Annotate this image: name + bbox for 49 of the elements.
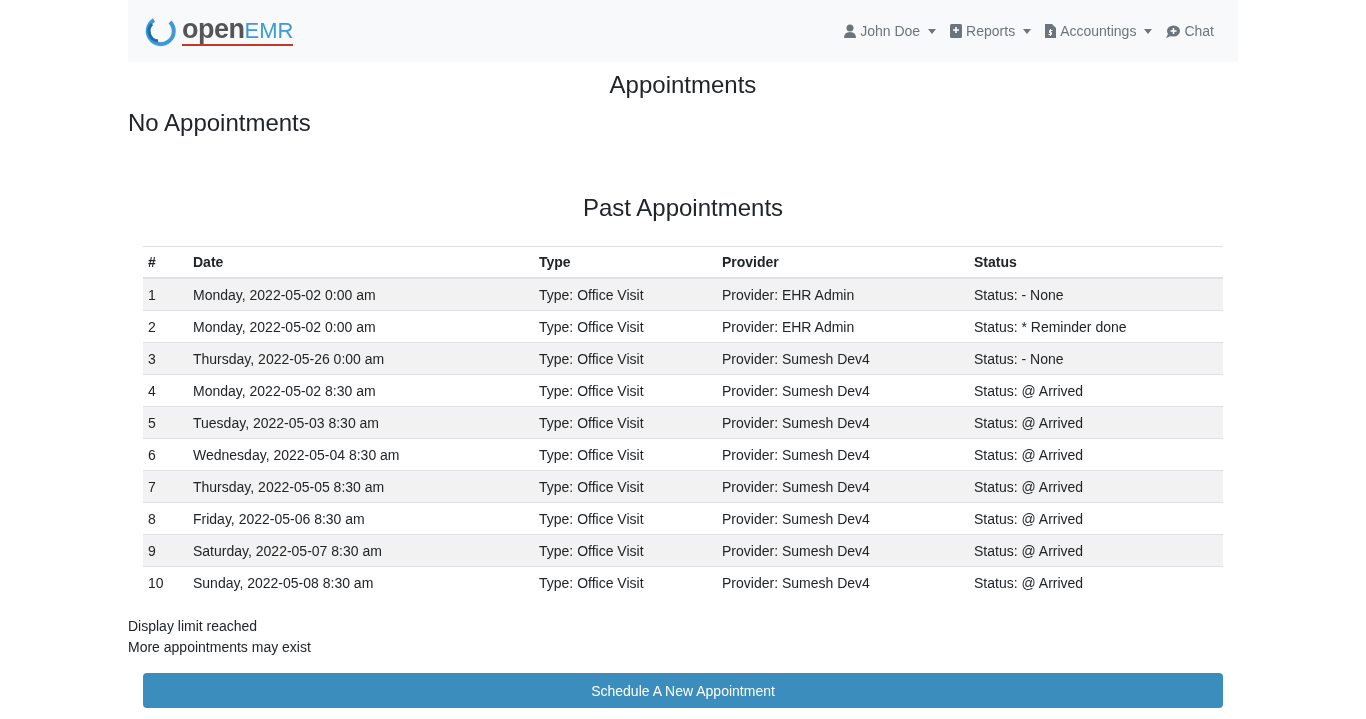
table-cell: 5 xyxy=(143,406,188,439)
table-cell: Status: @ Arrived xyxy=(969,406,1223,439)
logo-text: open xyxy=(182,14,245,44)
book-icon xyxy=(950,24,963,38)
table-cell: Type: Office Visit xyxy=(534,470,717,503)
table-cell: 3 xyxy=(143,342,188,375)
page-title: Appointments xyxy=(608,71,758,99)
nav-menu-item[interactable]: Reports xyxy=(950,23,1032,39)
table-cell: Provider: EHR Admin xyxy=(717,278,969,311)
table-cell: Thursday, 2022-05-05 8:30 am xyxy=(188,470,534,503)
nav-menu-item[interactable]: Chat xyxy=(1166,23,1214,39)
table-cell: Type: Office Visit xyxy=(534,342,717,375)
table-cell: Monday, 2022-05-02 0:00 am xyxy=(188,278,534,311)
table-cell: Provider: Sumesh Dev4 xyxy=(717,342,969,375)
section-title: Past Appointments xyxy=(581,194,785,222)
table-cell: Type: Office Visit xyxy=(534,278,717,311)
table-cell: Type: Office Visit xyxy=(534,406,717,439)
table-cell: Provider: Sumesh Dev4 xyxy=(717,534,969,567)
table-cell: Type: Office Visit xyxy=(534,534,717,567)
logo-text: EMR xyxy=(244,18,294,43)
table-cell: 10 xyxy=(143,566,188,598)
table-cell: Sunday, 2022-05-08 8:30 am xyxy=(188,566,534,598)
table-cell: Status: - None xyxy=(969,342,1223,375)
invoice-icon xyxy=(1045,24,1057,38)
table-cell: 1 xyxy=(143,278,188,311)
note-text: Display limit reached xyxy=(128,617,259,636)
empty-message: No Appointments xyxy=(128,109,312,137)
table-cell: Tuesday, 2022-05-03 8:30 am xyxy=(188,406,534,439)
table-cell: Status: - None xyxy=(969,278,1223,311)
table-cell: Provider: Sumesh Dev4 xyxy=(717,470,969,503)
caret-icon xyxy=(1144,28,1153,34)
table-cell: Thursday, 2022-05-26 0:00 am xyxy=(188,342,534,375)
schedule-button[interactable]: Schedule A New Appointment xyxy=(143,673,1223,708)
table-cell: Provider: Sumesh Dev4 xyxy=(717,566,969,598)
note-text: More appointments may exist xyxy=(128,638,312,657)
nav-menu-item[interactable]: John Doe xyxy=(844,23,937,39)
table-cell: Status: @ Arrived xyxy=(969,566,1223,598)
user-icon xyxy=(844,24,857,38)
table-cell: Status: @ Arrived xyxy=(969,534,1223,567)
chat-icon xyxy=(1166,24,1181,38)
table-cell: Provider: Sumesh Dev4 xyxy=(717,406,969,439)
table-cell: Saturday, 2022-05-07 8:30 am xyxy=(188,534,534,567)
table-cell: 7 xyxy=(143,470,188,503)
caret-icon xyxy=(928,28,937,34)
table-cell: Status: @ Arrived xyxy=(969,470,1223,503)
table-cell: 9 xyxy=(143,534,188,567)
table-cell: Type: Office Visit xyxy=(534,566,717,598)
nav-menu-item[interactable]: Accountings xyxy=(1045,23,1153,39)
caret-icon xyxy=(1023,28,1032,34)
